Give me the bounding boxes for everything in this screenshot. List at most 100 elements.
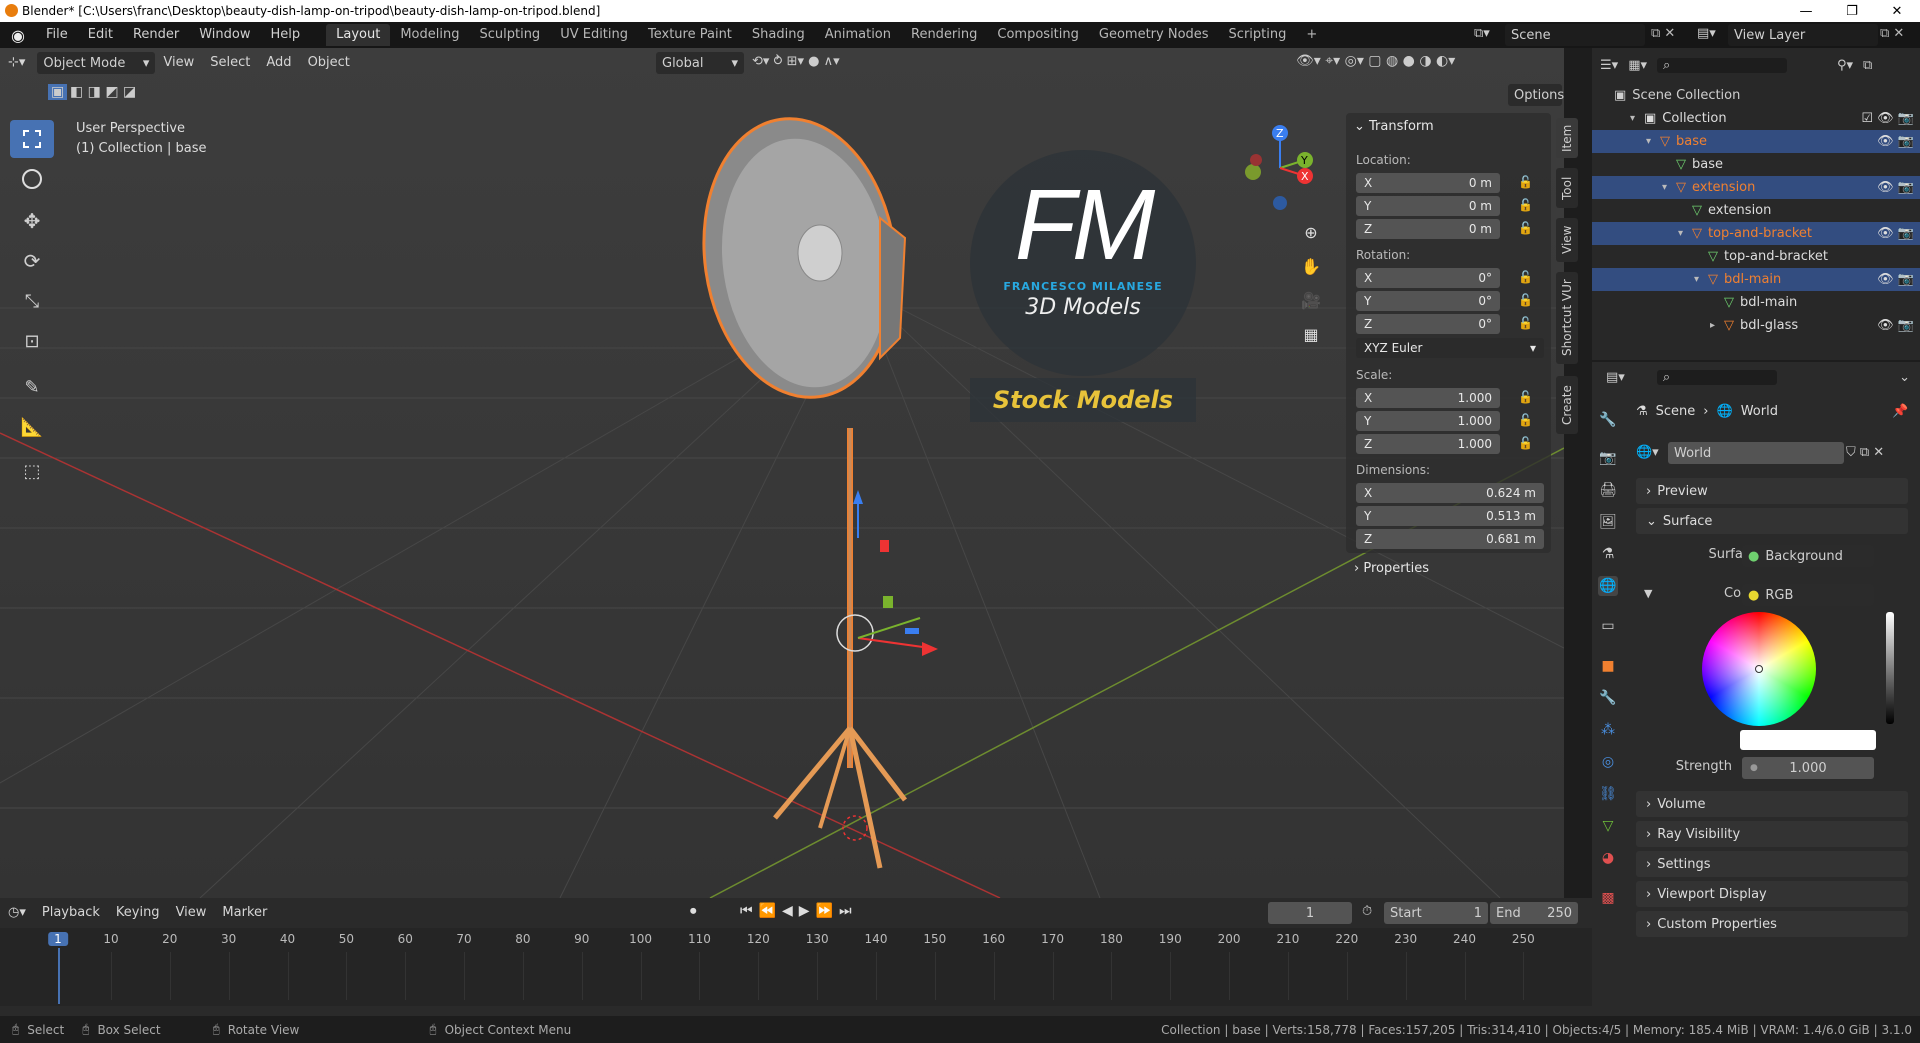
current-frame-field[interactable]: 1 xyxy=(1268,902,1352,924)
start-frame-field[interactable]: Start 1 xyxy=(1384,902,1488,924)
pin-icon[interactable]: 📌 xyxy=(1892,404,1908,419)
measure-tool[interactable]: 📐 xyxy=(10,408,54,446)
select-box-tool[interactable] xyxy=(10,120,54,158)
menu-help[interactable]: Help xyxy=(261,22,311,48)
timeline-editor-type-icon[interactable]: ◷▾ xyxy=(0,900,34,926)
data-properties-icon[interactable]: ▽ xyxy=(1598,816,1618,836)
selection-mode-extra-icons[interactable]: ◧ ◨ ◩ ◪ xyxy=(70,84,136,100)
workspace-tab-rendering[interactable]: Rendering xyxy=(901,24,987,46)
tab-view[interactable]: View xyxy=(1556,218,1578,262)
visibility-icons[interactable]: 👁 📷 xyxy=(1877,226,1914,241)
options-dropdown[interactable]: Options xyxy=(1508,84,1564,106)
lock-icon[interactable]: 🔓 xyxy=(1518,316,1534,332)
camera-view-button[interactable]: 🎥 xyxy=(1296,285,1326,315)
expand-arrow-icon[interactable]: ▸ xyxy=(1710,320,1724,331)
workspace-tab-geometry-nodes[interactable]: Geometry Nodes xyxy=(1089,24,1219,46)
collection-properties-icon[interactable]: ▭ xyxy=(1598,616,1618,636)
outliner-row-object[interactable]: ▾ ▽ top-and-bracket 👁 📷 xyxy=(1592,222,1920,245)
expand-arrow-icon[interactable]: ▾ xyxy=(1646,136,1660,147)
color-wheel[interactable] xyxy=(1702,612,1816,726)
location-y-field[interactable]: Y0 m xyxy=(1356,196,1500,216)
volume-panel-header[interactable]: › Volume xyxy=(1636,791,1908,817)
visibility-icons[interactable]: 👁 📷 xyxy=(1877,318,1914,333)
object-properties-icon[interactable]: ■ xyxy=(1598,656,1618,676)
dimensions-x-field[interactable]: X 0.624 m xyxy=(1356,483,1544,503)
lock-icon[interactable]: 🔓 xyxy=(1518,270,1534,286)
timer-icon[interactable]: ⏱ xyxy=(1362,904,1372,919)
dimensions-z-field[interactable]: Z 0.681 m xyxy=(1356,529,1544,549)
expand-arrow-icon[interactable]: ▾ xyxy=(1678,228,1692,239)
outliner-search-icon[interactable]: ⌕ xyxy=(1657,57,1787,73)
add-cube-tool[interactable]: ⬚ xyxy=(10,452,54,490)
render-properties-icon[interactable]: 📷 xyxy=(1598,448,1618,468)
timeline-menu-marker[interactable]: Marker xyxy=(214,900,275,926)
outliner-row-mesh[interactable]: ▽ bdl-main xyxy=(1592,291,1920,314)
strength-field[interactable]: ● 1.000 xyxy=(1742,757,1874,779)
view-layer-selector[interactable]: View Layer xyxy=(1728,24,1878,46)
menu-window[interactable]: Window xyxy=(189,22,260,48)
playback-controls-icons[interactable]: ⏮⏪◀▶⏩⏭ xyxy=(740,903,858,919)
timeline-menu-keying[interactable]: Keying xyxy=(108,900,168,926)
filter-view-icon[interactable]: ▦▾ xyxy=(1628,58,1647,73)
color-swatch[interactable] xyxy=(1740,730,1876,750)
transform-orientation-selector[interactable]: Global ▾ xyxy=(656,52,744,74)
scale-tool[interactable]: ⤡ xyxy=(10,282,54,320)
outliner-row-mesh[interactable]: ▽ base xyxy=(1592,153,1920,176)
properties-search-icon[interactable]: ⌕ xyxy=(1656,369,1777,385)
workspace-tab-animation[interactable]: Animation xyxy=(815,24,901,46)
zoom-view-button[interactable]: ⊕ xyxy=(1296,217,1326,247)
surface-panel-header[interactable]: ⌄ Surface xyxy=(1636,508,1908,534)
rotation-mode-selector[interactable]: XYZ Euler ▾ xyxy=(1356,338,1544,358)
color-expand-icon[interactable]: ▼ xyxy=(1644,587,1652,600)
lock-icon[interactable]: 🔓 xyxy=(1518,413,1534,429)
filter-icon[interactable]: ⚲▾ xyxy=(1837,58,1853,73)
tab-tool[interactable]: Tool xyxy=(1556,168,1578,208)
new-scene-icon[interactable]: ⧉ ✕ xyxy=(1651,26,1675,41)
world-name-field[interactable]: World xyxy=(1668,442,1844,464)
menu-file[interactable]: File xyxy=(36,22,78,48)
dimensions-y-field[interactable]: Y 0.513 m xyxy=(1356,506,1544,526)
add-workspace-button[interactable]: + xyxy=(1296,24,1327,46)
ray-visibility-panel-header[interactable]: › Ray Visibility xyxy=(1636,821,1908,847)
timeline-ruler[interactable]: 1 10 20 30 40 50 60 70 80 90 100 110 120 130 140 150 160… xyxy=(0,928,1592,1006)
workspace-tab-layout[interactable]: Layout xyxy=(326,24,391,46)
lock-icon[interactable]: 🔓 xyxy=(1518,436,1534,452)
move-tool[interactable]: ✥ xyxy=(10,202,54,240)
scale-x-field[interactable]: X 1.000 xyxy=(1356,388,1500,408)
maximize-button[interactable]: ❐ xyxy=(1829,0,1875,22)
world-fake-user-icons[interactable]: ⛉ ⧉ ✕ xyxy=(1846,445,1884,460)
lock-icon[interactable]: 🔓 xyxy=(1518,390,1534,406)
expand-arrow-icon[interactable]: ▾ xyxy=(1694,274,1708,285)
display-mode-icon[interactable]: ☰▾ xyxy=(1600,58,1618,73)
material-properties-icon[interactable]: ◕ xyxy=(1598,848,1618,868)
pivot-snap-icons[interactable]: ⟲▾ ⥁ ⊞▾ ● ∧▾ xyxy=(752,54,840,69)
outliner-row-mesh[interactable]: ▽ extension xyxy=(1592,199,1920,222)
visibility-icons[interactable]: 👁 📷 xyxy=(1877,134,1914,149)
surface-shader-selector[interactable]: ● Background xyxy=(1742,545,1874,567)
constraints-properties-icon[interactable]: ⛓ xyxy=(1598,784,1618,804)
outliner-row-object[interactable]: ▾ ▽ base 👁 📷 xyxy=(1592,130,1920,153)
close-window-button[interactable]: ✕ xyxy=(1874,0,1920,22)
transform-header[interactable]: ⌄ Transform xyxy=(1354,119,1434,134)
blender-menu-icon[interactable]: ◉ xyxy=(0,26,36,45)
view-layer-properties-icon[interactable]: 🖼 xyxy=(1598,512,1618,532)
tab-shortcut-vur[interactable]: Shortcut VUr xyxy=(1556,272,1578,364)
lock-icon[interactable]: 🔓 xyxy=(1518,293,1534,309)
workspace-tab-scripting[interactable]: Scripting xyxy=(1219,24,1297,46)
particles-properties-icon[interactable]: ⁂ xyxy=(1598,720,1618,740)
physics-properties-icon[interactable]: ◎ xyxy=(1598,752,1618,772)
minimize-button[interactable]: — xyxy=(1783,0,1829,22)
viewport-menu-select[interactable]: Select xyxy=(202,50,258,76)
workspace-tab-shading[interactable]: Shading xyxy=(742,24,815,46)
workspace-tab-uv-editing[interactable]: UV Editing xyxy=(550,24,638,46)
tab-create[interactable]: Create xyxy=(1556,376,1578,434)
custom-properties-panel-header[interactable]: › Custom Properties xyxy=(1636,911,1908,937)
scene-properties-icon[interactable]: ⚗ xyxy=(1598,544,1618,564)
viewport-menu-object[interactable]: Object xyxy=(300,50,358,76)
workspace-tab-compositing[interactable]: Compositing xyxy=(987,24,1089,46)
rotation-y-field[interactable]: Y 0° xyxy=(1356,291,1500,311)
viewport-menu-add[interactable]: Add xyxy=(258,50,299,76)
viewport-overlay-icons[interactable]: 👁▾ ⌖▾ ◎▾ ▢ ◍ ● ◑ ◐▾ xyxy=(1296,53,1455,69)
viewport-menu-view[interactable]: View xyxy=(155,50,202,76)
timeline-menu-view[interactable]: View xyxy=(168,900,215,926)
